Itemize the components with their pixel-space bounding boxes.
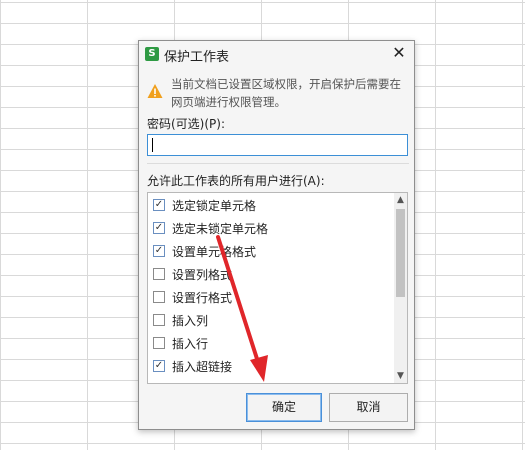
checkbox-unchecked[interactable]: [153, 268, 165, 280]
permission-label: 删除列: [172, 381, 208, 383]
permission-item[interactable]: ✓ 选定未锁定单元格: [153, 218, 383, 241]
permission-notice: 当前文档已设置区域权限，开启保护后需要在网页端进行权限管理。: [147, 73, 409, 113]
wps-spreadsheet-icon: S: [145, 47, 159, 61]
permission-label: 设置行格式: [172, 291, 233, 305]
permission-label: 选定锁定单元格: [172, 199, 257, 213]
permission-label: 插入列: [172, 314, 209, 328]
checkbox-unchecked[interactable]: [153, 314, 165, 326]
text-caret: [152, 138, 153, 152]
permission-item[interactable]: 设置列格式: [153, 264, 383, 287]
divider: [147, 163, 409, 164]
ok-button[interactable]: 确定: [246, 393, 322, 422]
warning-triangle-icon: [147, 84, 163, 98]
permission-label: 插入行: [172, 337, 209, 351]
protect-sheet-dialog: S 保护工作表 ✕ 当前文档已设置区域权限，开启保护后需要在网页端进行权限管理。…: [138, 40, 415, 430]
scroll-thumb[interactable]: [396, 209, 405, 297]
permission-item[interactable]: 插入列: [153, 310, 383, 333]
permission-label: 插入超链接: [172, 360, 233, 374]
permission-label: 设置单元格格式: [172, 245, 257, 259]
checkbox-checked[interactable]: ✓: [153, 360, 165, 372]
scroll-down-icon[interactable]: ▼: [394, 369, 407, 383]
password-input[interactable]: [147, 134, 408, 156]
permission-item[interactable]: 删除列: [153, 379, 383, 384]
notice-text: 当前文档已设置区域权限，开启保护后需要在网页端进行权限管理。: [171, 77, 401, 109]
checkbox-checked[interactable]: ✓: [153, 199, 165, 211]
permission-label: 选定未锁定单元格: [172, 222, 269, 236]
permission-item[interactable]: 设置行格式: [153, 287, 383, 310]
permission-item[interactable]: ✓ 设置单元格格式: [153, 241, 383, 264]
scrollbar[interactable]: ▲ ▼: [394, 193, 407, 383]
checkbox-unchecked[interactable]: [153, 383, 165, 384]
checkbox-unchecked[interactable]: [153, 291, 165, 303]
checkbox-checked[interactable]: ✓: [153, 245, 165, 257]
allow-label: 允许此工作表的所有用户进行(A):: [147, 174, 325, 188]
scroll-up-icon[interactable]: ▲: [394, 193, 407, 207]
password-label: 密码(可选)(P):: [147, 117, 226, 131]
permission-item[interactable]: ✓ 选定锁定单元格: [153, 195, 383, 218]
dialog-titlebar: S 保护工作表 ✕: [139, 41, 414, 67]
dialog-title: 保护工作表: [164, 50, 230, 65]
permission-item[interactable]: 插入行: [153, 333, 383, 356]
permission-item[interactable]: ✓ 插入超链接: [153, 356, 383, 379]
checkbox-unchecked[interactable]: [153, 337, 165, 349]
close-icon[interactable]: ✕: [390, 44, 408, 62]
permission-label: 设置列格式: [172, 268, 233, 282]
permissions-list[interactable]: 删除列 ✓ 插入超链接 插入行 插入列 设置行格式 设置列格式 ✓ 设置单元格格式 ✓ 选定未锁定单…: [147, 192, 408, 384]
checkbox-checked[interactable]: ✓: [153, 222, 165, 234]
cancel-button[interactable]: 取消: [329, 393, 408, 422]
